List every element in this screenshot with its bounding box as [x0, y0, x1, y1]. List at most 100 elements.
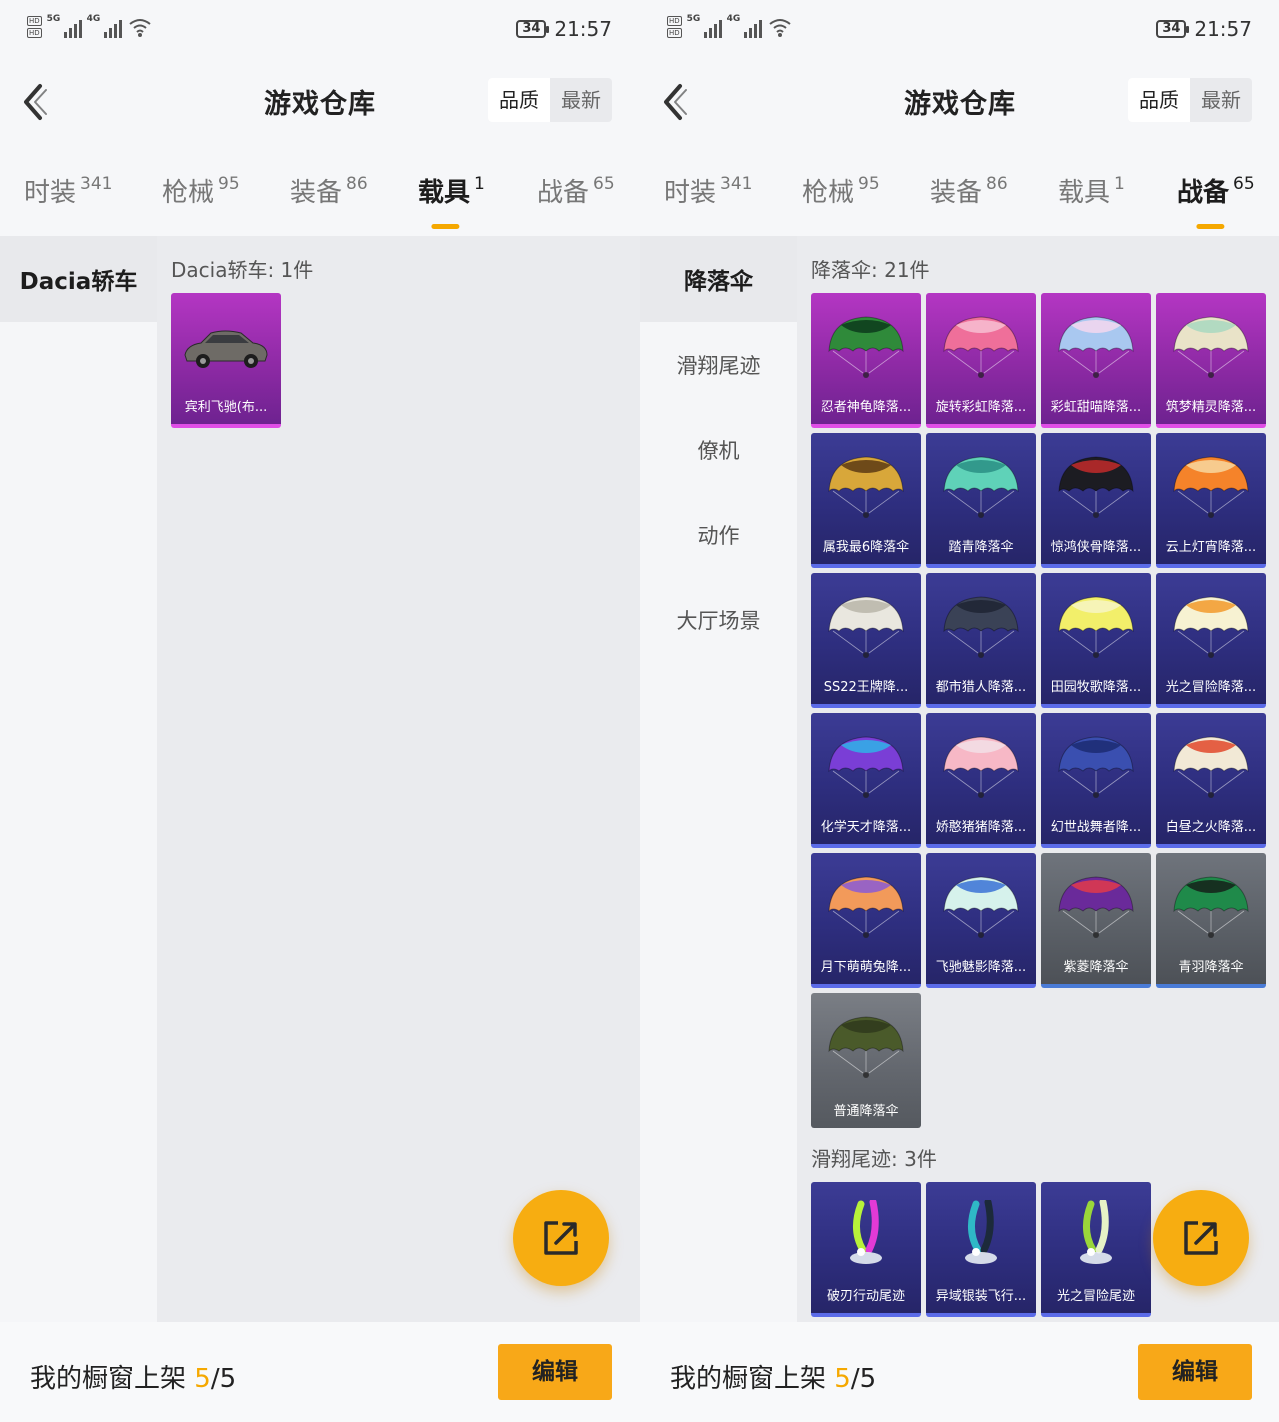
tab-0[interactable]: 时装 341 — [664, 172, 752, 209]
parachute-icon — [1051, 591, 1141, 663]
tab-count: 341 — [720, 174, 753, 194]
item-card[interactable]: 破刃行动尾迹 — [811, 1182, 921, 1317]
sort-quality-button[interactable]: 品质 — [1128, 78, 1190, 122]
tab-0[interactable]: 时装 341 — [24, 172, 112, 209]
sidebar-item[interactable]: 大厅场景 — [640, 577, 797, 662]
status-bar: HD HD 5G 4G 34 21:57 — [640, 0, 1279, 58]
showcase-label: 我的橱窗上架 — [670, 1364, 827, 1394]
item-card[interactable]: 惊鸿侠骨降落... — [1041, 433, 1151, 568]
tab-label: 时装 — [664, 178, 717, 208]
sidebar-item[interactable]: 僚机 — [640, 407, 797, 492]
item-card[interactable]: 忍者神龟降落... — [811, 293, 921, 428]
hd-icon: HD HD — [27, 16, 42, 38]
item-card[interactable]: 筑梦精灵降落... — [1156, 293, 1266, 428]
parachute-icon — [821, 731, 911, 803]
wifi-icon — [768, 16, 792, 38]
item-card[interactable]: 紫菱降落伞 — [1041, 853, 1151, 988]
item-card[interactable]: 旋转彩虹降落... — [926, 293, 1036, 428]
item-card[interactable]: 化学天才降落... — [811, 713, 921, 848]
item-card[interactable]: 月下萌萌兔降... — [811, 853, 921, 988]
item-card[interactable]: 光之冒险降落... — [1156, 573, 1266, 708]
sidebar-item[interactable]: 滑翔尾迹 — [640, 322, 797, 407]
item-card[interactable]: 都市猎人降落... — [926, 573, 1036, 708]
item-card[interactable]: 白昼之火降落... — [1156, 713, 1266, 848]
sidebar-item[interactable]: 降落伞 — [640, 236, 797, 322]
item-card[interactable]: 异域银装飞行... — [926, 1182, 1036, 1317]
share-button[interactable] — [1153, 1190, 1249, 1286]
item-name: 普通降落伞 — [833, 1104, 899, 1119]
sort-newest-button[interactable]: 最新 — [550, 78, 612, 122]
subcategory-sidebar: Dacia轿车 — [0, 236, 157, 1322]
parachute-icon — [936, 871, 1026, 943]
tab-3[interactable]: 载具 1 — [418, 172, 485, 229]
parachute-icon — [1051, 731, 1141, 803]
glide-trail-icon — [821, 1198, 911, 1272]
item-name: 白昼之火降落... — [1165, 820, 1257, 835]
item-name: 月下萌萌兔降... — [820, 960, 912, 975]
tab-1[interactable]: 枪械 95 — [162, 172, 240, 209]
item-name: 筑梦精灵降落... — [1165, 400, 1257, 415]
item-card[interactable]: 云上灯宵降落... — [1156, 433, 1266, 568]
parachute-icon — [1166, 311, 1256, 383]
showcase-count: 我的橱窗上架 5/5 — [30, 1358, 236, 1395]
battery-icon: 34 — [1156, 20, 1190, 38]
item-card[interactable]: 宾利飞驰(布... — [171, 293, 281, 428]
category-tabs: 时装 341 枪械 95 装备 86 载具 1 战备 65 — [640, 148, 1279, 236]
item-grid: 宾利飞驰(布... — [171, 293, 626, 428]
item-card[interactable]: 彩虹甜喵降落... — [1041, 293, 1151, 428]
tab-active-indicator — [1196, 224, 1225, 229]
tab-count: 1 — [1114, 174, 1125, 194]
tab-4[interactable]: 战备 65 — [537, 172, 615, 209]
hd-icon: HD HD — [667, 16, 682, 38]
share-icon — [1184, 1221, 1218, 1255]
tab-4[interactable]: 战备 65 — [1177, 172, 1255, 229]
edit-button[interactable]: 编辑 — [1138, 1344, 1252, 1400]
tab-label: 时装 — [24, 178, 77, 208]
item-card[interactable]: 青羽降落伞 — [1156, 853, 1266, 988]
item-card[interactable]: 光之冒险尾迹 — [1041, 1182, 1151, 1317]
tab-count: 86 — [986, 174, 1008, 194]
section-title: 降落伞: 21件 — [811, 258, 930, 282]
signal-indicators: HD HD 5G 4G — [667, 14, 792, 42]
item-list: 降落伞: 21件忍者神龟降落... 旋转彩虹降落... 彩虹甜喵降落... 筑梦精灵降… — [797, 236, 1279, 1322]
tab-2[interactable]: 装备 86 — [290, 172, 368, 209]
item-card[interactable]: 飞驰魅影降落... — [926, 853, 1036, 988]
item-card[interactable]: SS22王牌降... — [811, 573, 921, 708]
item-name: 化学天才降落... — [820, 820, 912, 835]
parachute-icon — [821, 871, 911, 943]
sidebar-item[interactable]: Dacia轿车 — [0, 236, 157, 322]
item-card[interactable]: 娇憨猪猪降落... — [926, 713, 1036, 848]
tab-count: 65 — [1233, 174, 1255, 194]
tab-count: 95 — [858, 174, 880, 194]
sort-quality-button[interactable]: 品质 — [488, 78, 550, 122]
share-button[interactable] — [513, 1190, 609, 1286]
clock: 34 21:57 — [516, 17, 612, 41]
edit-button[interactable]: 编辑 — [498, 1344, 612, 1400]
tab-count: 86 — [346, 174, 368, 194]
parachute-icon — [936, 311, 1026, 383]
sort-newest-button[interactable]: 最新 — [1190, 78, 1252, 122]
item-card[interactable]: 属我最6降落伞 — [811, 433, 921, 568]
parachute-icon — [1051, 451, 1141, 523]
item-card[interactable]: 田园牧歌降落... — [1041, 573, 1151, 708]
section-title: 滑翔尾迹: 3件 — [811, 1147, 937, 1171]
top-bar: 游戏仓库 品质 最新 — [640, 58, 1279, 148]
glide-trail-icon — [1051, 1198, 1141, 1272]
parachute-icon — [936, 731, 1026, 803]
showcase-bar: 我的橱窗上架 5/5 编辑 — [0, 1322, 640, 1422]
parachute-icon — [1166, 591, 1256, 663]
item-card[interactable]: 幻世战舞者降... — [1041, 713, 1151, 848]
parachute-icon — [821, 451, 911, 523]
sort-toggle: 品质 最新 — [488, 78, 612, 122]
sidebar-item[interactable]: 动作 — [640, 492, 797, 577]
item-card[interactable]: 普通降落伞 — [811, 993, 921, 1128]
tab-3[interactable]: 载具 1 — [1058, 172, 1125, 209]
parachute-icon — [1166, 451, 1256, 523]
tab-2[interactable]: 装备 86 — [930, 172, 1008, 209]
section-title: Dacia轿车: 1件 — [171, 258, 314, 282]
tab-1[interactable]: 枪械 95 — [802, 172, 880, 209]
item-name: 宾利飞驰(布... — [184, 400, 268, 415]
item-name: 踏青降落伞 — [948, 540, 1014, 555]
showcase-count: 我的橱窗上架 5/5 — [670, 1358, 876, 1395]
item-card[interactable]: 踏青降落伞 — [926, 433, 1036, 568]
